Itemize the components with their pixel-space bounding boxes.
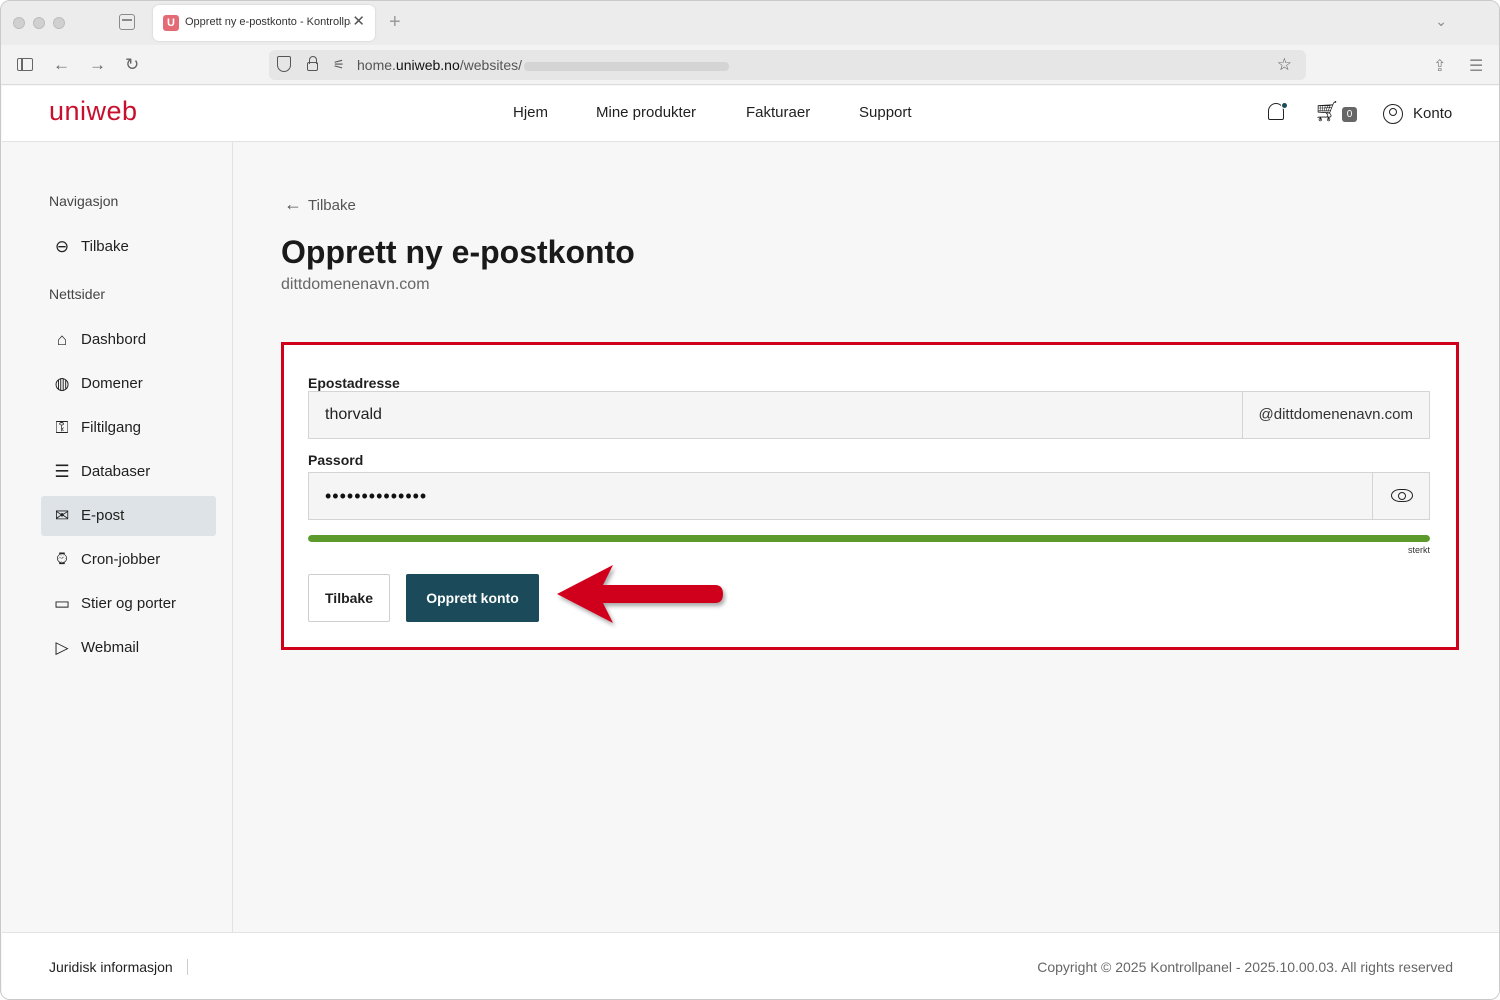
page-title: Opprett ny e-postkonto [281,234,635,270]
redacted-url [524,61,729,71]
password-field[interactable]: •••••••••••••• [308,472,1430,520]
sidebar-item-label: Dashbord [81,331,147,348]
nav-hjem[interactable]: Hjem [513,104,548,121]
globe-icon: ◍ [54,374,70,393]
sidebar-item-e-post[interactable]: ✉ E-post [41,496,216,536]
arrow-left-icon: ← [284,194,302,214]
back-button[interactable]: Tilbake [308,574,390,622]
site-footer: Juridisk informasjon Copyright © 2025 Ko… [2,932,1499,999]
sidebar-item-domener[interactable]: ◍ Domener [41,364,216,404]
new-tab-button[interactable]: + [389,11,401,33]
browser-toolbar: ← → ↻ ⚟ home.uniweb.no/websites/ ☆ ⇪ ☰ [1,45,1499,85]
main-content: ← Tilbake Opprett ny e-postkonto dittdome… [233,142,1499,932]
email-label: Epostadresse [308,375,400,391]
shield-icon[interactable] [277,56,291,72]
minimize-window-button[interactable] [33,17,45,29]
annotation-highlight-frame: Epostadresse thorvald @dittdomenenavn.co… [281,342,1459,650]
browser-window: U Opprett ny e-postkonto - Kontrollpanel… [0,0,1500,1000]
create-email-form: Epostadresse thorvald @dittdomenenavn.co… [290,350,1450,642]
create-account-button[interactable]: Opprett konto [406,574,539,622]
sidebar-item-stier-og-porter[interactable]: ▭ Stier og porter [41,584,216,624]
legal-info-link[interactable]: Juridisk informasjon [49,959,188,975]
sidebar-item-label: Tilbake [81,238,129,255]
eye-icon [1391,489,1413,502]
sidebar-item-tilbake[interactable]: ⊖ Tilbake [41,227,216,267]
tab-bar: U Opprett ny e-postkonto - Kontrollpanel… [1,1,1499,45]
active-tab[interactable]: U Opprett ny e-postkonto - Kontrollpanel… [153,5,375,41]
bookmark-star-icon[interactable]: ☆ [1277,55,1292,75]
nav-mine-produkter[interactable]: Mine produkter [596,104,696,121]
password-label: Passord [308,452,364,468]
site-header: uniweb Hjem Mine produkter Fakturaer Sup… [2,86,1499,142]
sidebar-item-label: Databaser [81,463,151,480]
sidebar-item-cron-jobber[interactable]: ⌚︎ Cron-jobber [41,540,216,580]
close-window-button[interactable] [13,17,25,29]
database-icon: ☰ [54,462,70,481]
back-circle-icon: ⊖ [54,237,70,256]
email-field[interactable]: thorvald @dittdomenenavn.com [308,391,1430,439]
send-icon: ▷ [55,638,69,657]
extensions-icon[interactable]: ⇪ [1433,56,1446,76]
favicon-icon: U [163,15,179,31]
nav-support[interactable]: Support [859,104,912,121]
sidebar-item-label: Webmail [81,639,140,656]
cart-count-badge: 0 [1342,107,1357,122]
sidebar-item-label: E-post [81,507,125,524]
left-sidebar: Navigasjon ⊖ Tilbake Nettsider ⌂ Dashbor… [2,142,233,932]
menu-icon[interactable]: ☰ [1469,56,1483,76]
annotation-arrow [557,565,723,623]
back-link[interactable]: ← Tilbake [284,194,356,215]
sidebar-item-label: Filtilgang [81,419,142,436]
sidebar-item-label: Stier og porter [81,595,177,612]
copyright-text: Copyright © 2025 Kontrollpanel - 2025.10… [1037,959,1453,975]
email-domain-suffix: @dittdomenenavn.com [1241,392,1429,438]
domain-subtitle: dittdomenenavn.com [281,276,430,293]
close-tab-icon[interactable]: ✕ [352,13,365,31]
tab-title: Opprett ny e-postkonto - Kontrollpanel [185,16,351,28]
sidebar-item-dashbord[interactable]: ⌂ Dashbord [41,320,216,360]
chevron-down-icon[interactable]: ⌄ [1435,13,1447,30]
nav-fakturaer[interactable]: Fakturaer [746,104,810,121]
password-value: •••••••••••••• [325,486,428,506]
account-icon[interactable] [1383,104,1403,124]
sidebar-item-label: Cron-jobber [81,551,161,568]
password-strength-bar [308,535,1430,542]
reload-icon[interactable]: ↻ [125,55,139,75]
sidebar-heading-navigasjon: Navigasjon [49,193,119,209]
sidebar-item-label: Domener [81,375,143,392]
sidebar-item-databaser[interactable]: ☰ Databaser [41,452,216,492]
password-strength-label: sterkt [1407,545,1430,555]
forward-arrow-icon[interactable]: → [89,55,106,75]
url-text[interactable]: home.uniweb.no/websites/ [357,57,729,73]
permissions-icon[interactable]: ⚟ [333,57,345,73]
toggle-password-visibility-button[interactable] [1372,473,1429,519]
sidebar-heading-nettsider: Nettsider [49,286,106,302]
sidebar-toggle-icon[interactable] [17,58,33,71]
mail-icon: ✉ [54,506,70,525]
lock-icon[interactable] [307,56,318,71]
key-icon: ⚿ [55,418,69,437]
address-bar[interactable]: ⚟ home.uniweb.no/websites/ ☆ [269,50,1306,80]
back-link-label: Tilbake [308,197,356,214]
account-link[interactable]: Konto [1413,105,1452,122]
back-arrow-icon[interactable]: ← [53,55,70,75]
cart-icon[interactable]: 🛒︎ [1314,101,1339,123]
watch-icon: ⌚︎ [53,550,71,569]
tab-list-icon[interactable] [119,14,135,30]
email-value: thorvald [325,406,382,423]
sidebar-item-filtilgang[interactable]: ⚿ Filtilgang [41,408,216,448]
folder-icon: ▭ [53,594,71,613]
notification-dot [1281,102,1288,109]
home-icon: ⌂ [56,330,68,349]
zoom-window-button[interactable] [53,17,65,29]
sidebar-item-webmail[interactable]: ▷ Webmail [41,628,216,668]
password-strength-fill [308,535,1430,542]
